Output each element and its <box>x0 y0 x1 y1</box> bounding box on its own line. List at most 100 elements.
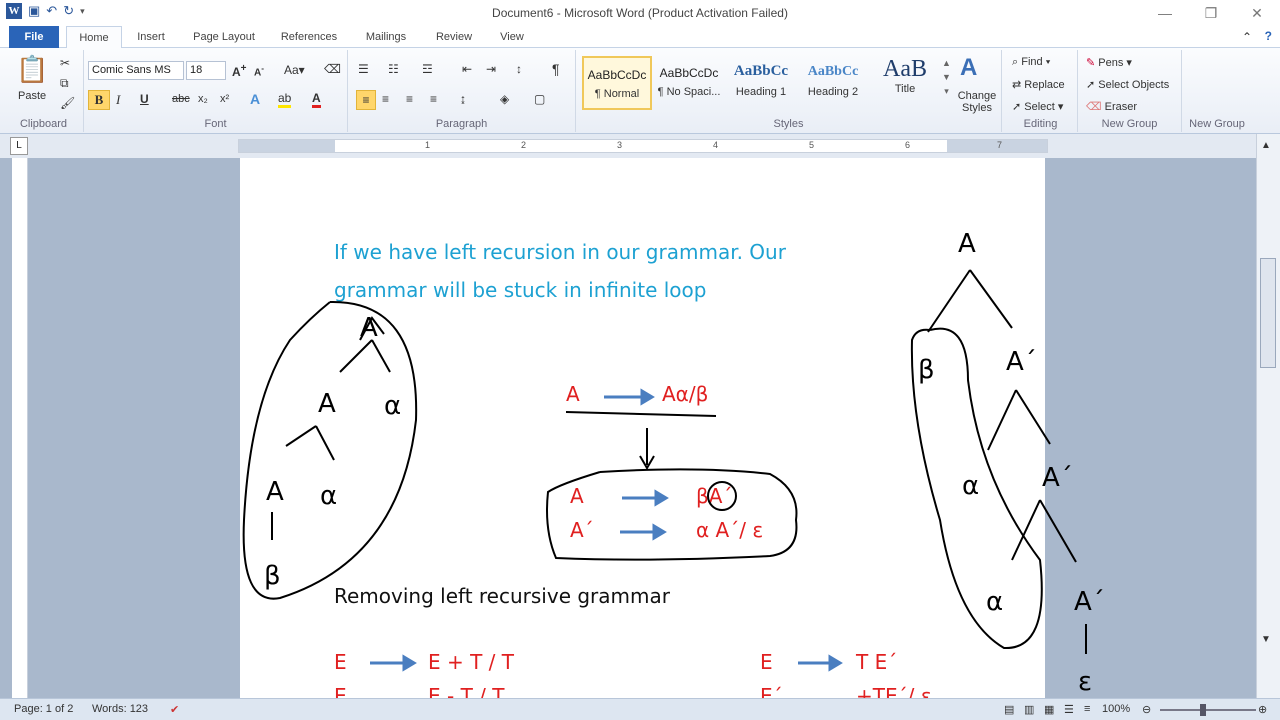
status-bar: Page: 1 of 2 Words: 123 ✔ ▤ ▥ ▦ ☰ ≡ 100%… <box>0 698 1280 720</box>
borders-icon[interactable]: ▢ <box>534 92 545 106</box>
bullets-icon[interactable]: ☰ <box>358 62 369 76</box>
line-spacing-icon[interactable]: ↨ <box>460 92 466 106</box>
scrollbar-thumb[interactable] <box>1260 258 1276 368</box>
new-group-pens: ✎ Pens ▾ ➚ Select Objects ⌫ Eraser New G… <box>1078 50 1182 132</box>
tab-file[interactable]: File <box>9 26 59 48</box>
font-color-icon[interactable]: A <box>312 91 321 108</box>
style-title[interactable]: AaB Title <box>870 56 940 110</box>
clear-formatting-icon[interactable]: ⌫ <box>324 62 341 76</box>
bold-button[interactable]: B <box>88 90 110 110</box>
cut-icon[interactable]: ✂ <box>60 56 70 70</box>
shading-icon[interactable]: ◈ <box>500 92 509 106</box>
new-group-2-label: New Group <box>1189 118 1245 130</box>
subscript-button[interactable]: x₂ <box>198 93 208 105</box>
help-icon[interactable]: ? <box>1265 29 1272 43</box>
align-center-icon[interactable]: ≡ <box>382 92 389 106</box>
paragraph-group: ☰ ☷ ☲ ⇤ ⇥ ↕ ¶ ≡ ≡ ≡ ≡ ↨ ◈ ▢ Paragraph <box>348 50 576 132</box>
tab-selector[interactable]: L <box>10 137 28 155</box>
align-right-icon[interactable]: ≡ <box>406 92 413 106</box>
tab-view[interactable]: View <box>492 26 532 48</box>
vertical-scrollbar[interactable]: ▲ ▼ <box>1256 134 1280 698</box>
tab-references[interactable]: References <box>274 26 344 48</box>
font-size-field[interactable]: 18 <box>186 61 226 80</box>
style-no-spacing[interactable]: AaBbCcDc ¶ No Spaci... <box>654 56 724 110</box>
numbering-icon[interactable]: ☷ <box>388 62 399 76</box>
sort-icon[interactable]: ↕ <box>516 62 522 76</box>
editing-group: ⌕ Find ▾ ⇄ Replace ➚ Select ▾ Editing <box>1004 50 1078 132</box>
doc-line-2: grammar will be stuck in infinite loop <box>334 278 707 302</box>
shrink-font-icon[interactable]: A- <box>254 63 264 78</box>
paste-icon[interactable]: 📋 <box>16 54 48 85</box>
increase-indent-icon[interactable]: ⇥ <box>486 62 496 76</box>
font-label: Font <box>204 118 227 130</box>
tab-review[interactable]: Review <box>428 26 480 48</box>
decrease-indent-icon[interactable]: ⇤ <box>462 62 472 76</box>
page-count[interactable]: Page: 1 of 2 <box>14 703 73 715</box>
style-heading-2[interactable]: AaBbCc Heading 2 <box>798 56 868 110</box>
document-page[interactable]: If we have left recursion in our grammar… <box>240 158 1045 698</box>
print-layout-icon[interactable]: ▤ <box>1004 703 1014 716</box>
draft-icon[interactable]: ≡ <box>1084 703 1090 715</box>
clipboard-label: Clipboard <box>19 118 68 130</box>
style-heading-1[interactable]: AaBbCc Heading 1 <box>726 56 796 110</box>
select-objects-button[interactable]: ➚ Select Objects <box>1086 78 1169 91</box>
minimize-ribbon-icon[interactable]: ⌃ <box>1242 30 1252 44</box>
strikethrough-button[interactable]: abc <box>172 93 190 105</box>
align-left-icon[interactable]: ≡ <box>356 90 376 110</box>
restore-icon[interactable]: ❐ <box>1188 0 1234 26</box>
pens-button[interactable]: ✎ Pens ▾ <box>1086 56 1132 69</box>
zoom-level[interactable]: 100% <box>1102 703 1130 715</box>
text-effects-icon[interactable]: A <box>250 91 260 107</box>
style-normal[interactable]: AaBbCcDc ¶ Normal <box>582 56 652 110</box>
section-heading: Removing left recursive grammar <box>334 584 670 608</box>
change-styles-button[interactable]: Change Styles <box>954 90 1000 114</box>
arrow-icon: ➚ <box>1086 79 1096 91</box>
change-styles-icon[interactable]: A <box>960 54 977 82</box>
word-count[interactable]: Words: 123 <box>92 703 148 715</box>
tab-page-layout[interactable]: Page Layout <box>186 26 262 48</box>
find-button[interactable]: ⌕ Find ▾ <box>1012 56 1050 69</box>
close-icon[interactable]: ✕ <box>1234 0 1280 26</box>
superscript-button[interactable]: x² <box>220 93 229 105</box>
multilevel-list-icon[interactable]: ☲ <box>422 62 433 76</box>
tab-insert[interactable]: Insert <box>128 26 174 48</box>
web-layout-icon[interactable]: ▦ <box>1044 703 1054 716</box>
paste-button[interactable]: Paste <box>18 90 46 102</box>
scroll-up-icon[interactable]: ▲ <box>1261 140 1271 151</box>
minimize-icon[interactable]: — <box>1142 0 1188 26</box>
rule2-lhs: A <box>570 484 584 508</box>
vertical-ruler[interactable] <box>12 158 28 698</box>
styles-label: Styles <box>773 118 804 130</box>
zoom-slider-thumb[interactable] <box>1200 704 1206 716</box>
highlight-icon[interactable]: ab <box>278 91 292 108</box>
underline-button[interactable]: U <box>140 92 149 106</box>
styles-scroll-icon[interactable]: ▲ ▼ ▾ <box>942 56 951 98</box>
eraser-button[interactable]: ⌫ Eraser <box>1086 100 1137 113</box>
copy-icon[interactable]: ⧉ <box>60 76 69 91</box>
justify-icon[interactable]: ≡ <box>430 92 437 106</box>
tab-home[interactable]: Home <box>66 26 122 49</box>
t2-lhs: E´ <box>760 684 783 698</box>
italic-button[interactable]: I <box>116 92 120 108</box>
tab-mailings[interactable]: Mailings <box>356 26 416 48</box>
e1-lhs: E <box>334 650 347 674</box>
zoom-in-icon[interactable]: ⊕ <box>1258 703 1267 716</box>
outline-icon[interactable]: ☰ <box>1064 703 1074 716</box>
replace-button[interactable]: ⇄ Replace <box>1012 78 1065 91</box>
zoom-slider[interactable] <box>1160 709 1256 711</box>
select-button[interactable]: ➚ Select ▾ <box>1012 100 1063 113</box>
cursor-icon: ➚ <box>1012 101 1022 113</box>
t2-rhs: +TE´/ ε <box>856 684 932 698</box>
full-screen-icon[interactable]: ▥ <box>1024 703 1034 716</box>
show-marks-icon[interactable]: ¶ <box>552 61 560 77</box>
format-painter-icon[interactable]: 🖌 <box>60 96 75 110</box>
proofing-icon[interactable]: ✔ <box>170 703 179 716</box>
font-name-field[interactable]: Comic Sans MS <box>88 61 184 80</box>
horizontal-ruler[interactable]: 1 2 3 4 5 6 7 <box>238 139 1048 153</box>
grow-font-icon[interactable]: A+ <box>232 63 247 79</box>
window-title: Document6 - Microsoft Word (Product Acti… <box>492 6 788 20</box>
scroll-down-icon[interactable]: ▼ <box>1261 634 1271 645</box>
change-case-icon[interactable]: Aa▾ <box>284 63 305 77</box>
e2-rhs: E - T / T <box>428 684 505 698</box>
zoom-out-icon[interactable]: ⊖ <box>1142 703 1151 716</box>
